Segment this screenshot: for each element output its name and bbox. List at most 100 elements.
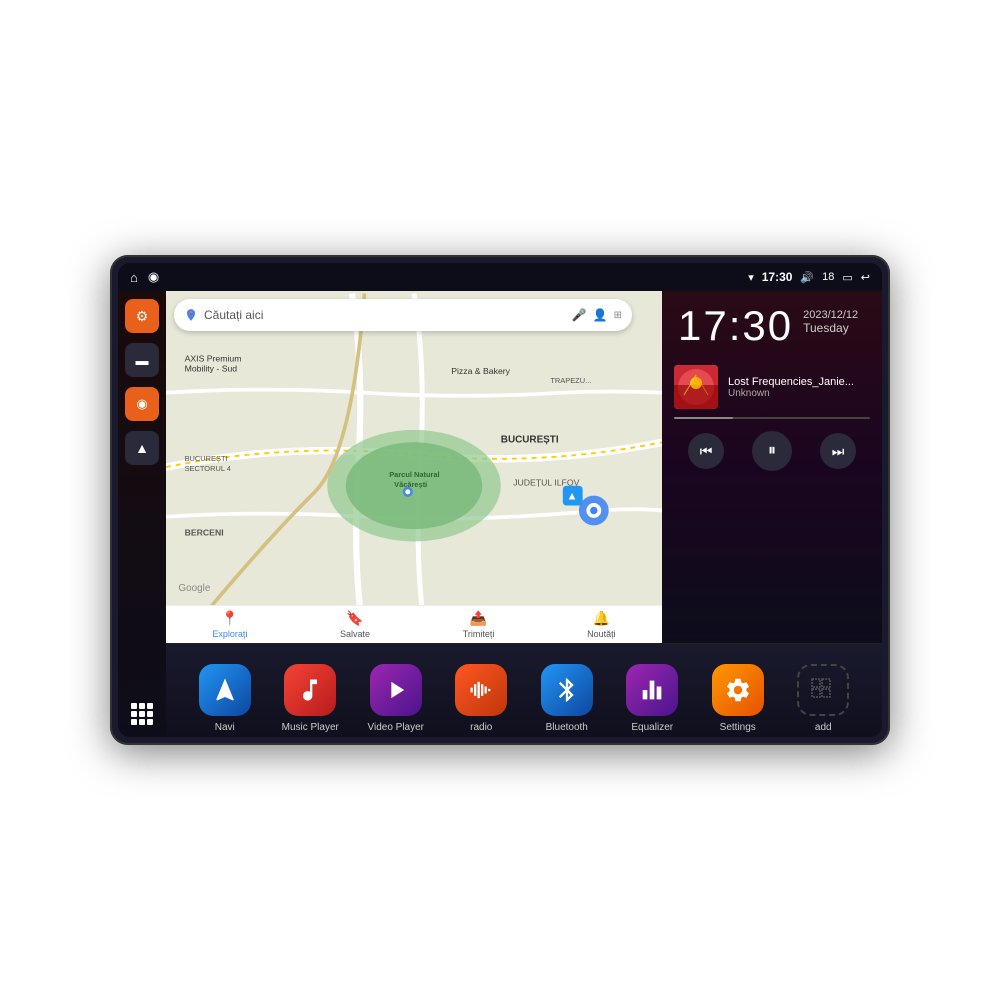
map-nav-send[interactable]: 📤 Trimiteți — [463, 610, 495, 639]
back-icon[interactable]: ↩ — [861, 271, 870, 284]
svg-text:BUCUREȘTI: BUCUREȘTI — [501, 434, 559, 445]
battery-level: 18 — [822, 271, 834, 283]
battery-icon: ▭ — [842, 271, 852, 284]
center-area: Căutați aici 🎤 👤 ⊞ — [166, 291, 882, 737]
dot — [139, 719, 145, 725]
map-panel[interactable]: Căutați aici 🎤 👤 ⊞ — [166, 291, 662, 643]
device-outer: ⌂ ◉ ▾ 17:30 🔊 18 ▭ ↩ ⚙ ▬ — [110, 255, 890, 745]
prev-button[interactable]: ⏮ — [688, 433, 724, 469]
svg-text:TRAPEZU...: TRAPEZU... — [550, 376, 591, 385]
dot — [147, 719, 153, 725]
sidebar-navi-btn[interactable]: ▲ — [125, 431, 159, 465]
svg-text:▲: ▲ — [567, 490, 578, 502]
music-icon-bg — [284, 664, 336, 716]
map-search-placeholder: Căutați aici — [204, 308, 566, 322]
top-panels: Căutați aici 🎤 👤 ⊞ — [166, 291, 882, 643]
sidebar-folder-btn[interactable]: ▬ — [125, 343, 159, 377]
add-grid-icon — [809, 676, 837, 704]
status-right: ▾ 17:30 🔊 18 ▭ ↩ — [748, 270, 870, 284]
music-player-label: Music Player — [282, 722, 339, 733]
map-layers-icon[interactable]: ⊞ — [614, 310, 622, 321]
radio-label: radio — [470, 722, 492, 733]
wifi-icon: ▾ — [748, 271, 754, 284]
music-progress-bar[interactable] — [674, 417, 870, 419]
equalizer-icon — [638, 676, 666, 704]
app-equalizer[interactable]: Equalizer — [617, 664, 687, 733]
app-music-player[interactable]: Music Player — [275, 664, 345, 733]
dot — [147, 703, 153, 709]
svg-text:Google: Google — [178, 583, 210, 594]
svg-text:AXIS Premium: AXIS Premium — [185, 354, 242, 364]
music-section: Lost Frequencies_Janie... Unknown ⏮ ⏸ ⏭ — [662, 357, 882, 643]
music-info: Lost Frequencies_Janie... Unknown — [674, 365, 870, 409]
radio-icon-bg — [455, 664, 507, 716]
status-left: ⌂ ◉ — [130, 269, 159, 285]
google-maps-icon — [184, 308, 198, 322]
music-artist: Unknown — [728, 388, 870, 399]
next-button[interactable]: ⏭ — [820, 433, 856, 469]
music-text: Lost Frequencies_Janie... Unknown — [728, 376, 870, 399]
explore-label: Explorați — [212, 629, 247, 639]
nav-icon: ▲ — [135, 440, 149, 456]
app-bar: Navi Music Player — [166, 643, 882, 737]
mic-icon[interactable]: 🎤 — [572, 308, 587, 322]
clock-time: 17:30 — [678, 305, 793, 347]
music-controls: ⏮ ⏸ ⏭ — [674, 427, 870, 475]
video-icon-bg — [370, 664, 422, 716]
dot — [139, 703, 145, 709]
svg-text:Mobility - Sud: Mobility - Sud — [185, 364, 238, 374]
app-radio[interactable]: radio — [446, 664, 516, 733]
equalizer-icon-bg — [626, 664, 678, 716]
map-nav-bar: 📍 Explorați 🔖 Salvate 📤 Trimiteți — [166, 605, 662, 643]
device-screen: ⌂ ◉ ▾ 17:30 🔊 18 ▭ ↩ ⚙ ▬ — [118, 263, 882, 737]
svg-text:SECTORUL 4: SECTORUL 4 — [185, 464, 231, 473]
explore-icon: 📍 — [221, 610, 238, 627]
map-nav-news[interactable]: 🔔 Noutăți — [587, 610, 616, 639]
pause-button[interactable]: ⏸ — [752, 431, 792, 471]
add-label: add — [815, 722, 832, 733]
app-video-player[interactable]: Video Player — [361, 664, 431, 733]
clock-date-section: 2023/12/12 Tuesday — [803, 305, 858, 335]
home-icon[interactable]: ⌂ — [130, 270, 138, 285]
clock-year: 2023/12/12 — [803, 309, 858, 321]
settings-label: Settings — [720, 722, 756, 733]
app-navi[interactable]: Navi — [190, 664, 260, 733]
dot — [131, 703, 137, 709]
grid-btn[interactable] — [131, 703, 153, 725]
settings-icon-bg — [712, 664, 764, 716]
clock-section: 17:30 2023/12/12 Tuesday — [662, 291, 882, 357]
music-icon — [296, 676, 324, 704]
svg-text:BERCENI: BERCENI — [185, 527, 224, 537]
settings-gear-icon — [724, 676, 752, 704]
sidebar-map-btn[interactable]: ◉ — [125, 387, 159, 421]
map-nav-explore[interactable]: 📍 Explorați — [212, 610, 247, 639]
sidebar-settings-btn[interactable]: ⚙ — [125, 299, 159, 333]
svg-text:Pizza & Bakery: Pizza & Bakery — [451, 366, 510, 376]
app-add[interactable]: add — [788, 664, 858, 733]
saved-label: Salvate — [340, 629, 370, 639]
navi-icon — [211, 676, 239, 704]
music-progress-fill — [674, 417, 733, 419]
map-icon: ◉ — [136, 396, 147, 412]
navi-label: Navi — [215, 722, 235, 733]
map-nav-saved[interactable]: 🔖 Salvate — [340, 610, 370, 639]
map-search-bar[interactable]: Căutați aici 🎤 👤 ⊞ — [174, 299, 632, 331]
profile-icon[interactable]: 👤 — [593, 308, 608, 322]
app-settings[interactable]: Settings — [703, 664, 773, 733]
send-icon: 📤 — [470, 610, 487, 627]
app-bluetooth[interactable]: Bluetooth — [532, 664, 602, 733]
location-icon[interactable]: ◉ — [148, 269, 159, 285]
equalizer-label: Equalizer — [631, 722, 673, 733]
bluetooth-icon-bg — [541, 664, 593, 716]
status-bar: ⌂ ◉ ▾ 17:30 🔊 18 ▭ ↩ — [118, 263, 882, 291]
dot — [131, 711, 137, 717]
svg-text:Parcul Natural: Parcul Natural — [389, 470, 439, 479]
sidebar: ⚙ ▬ ◉ ▲ — [118, 291, 166, 737]
radio-icon — [467, 676, 495, 704]
svg-text:BUCUREȘTI: BUCUREȘTI — [185, 454, 228, 463]
add-icon-bg — [797, 664, 849, 716]
folder-icon: ▬ — [136, 353, 149, 368]
volume-icon: 🔊 — [800, 271, 814, 284]
dot — [131, 719, 137, 725]
clock-day: Tuesday — [803, 321, 858, 335]
